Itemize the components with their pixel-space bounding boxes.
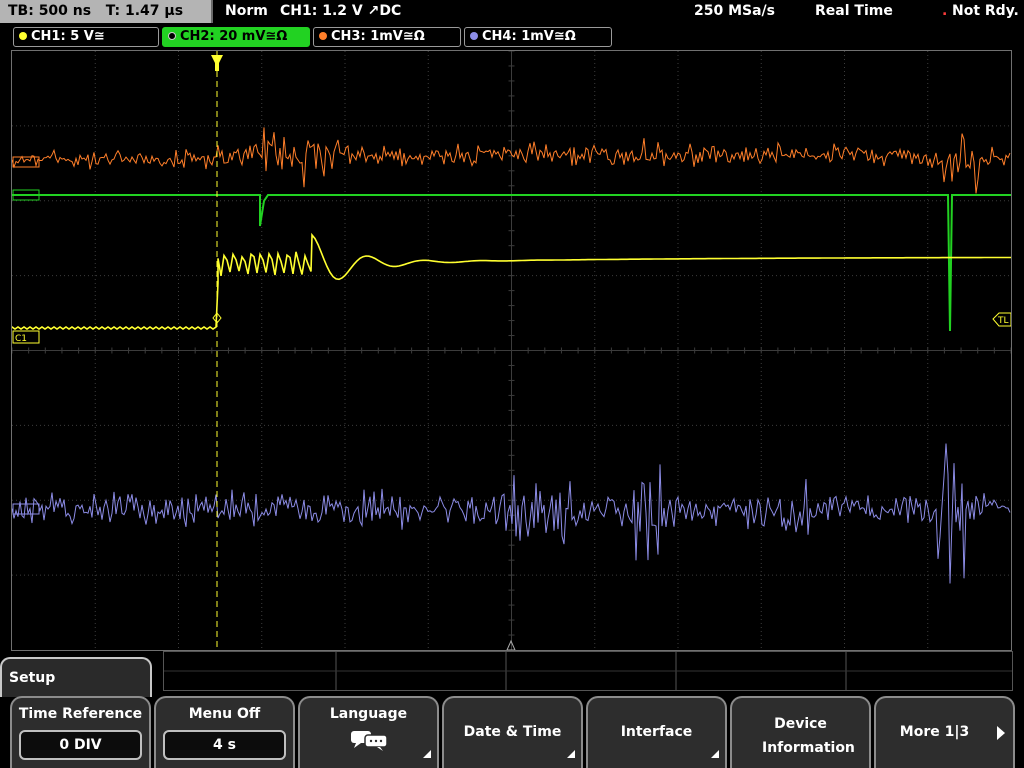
trigger-position-marker-icon	[211, 55, 223, 71]
sample-rate: 250 MSa/s	[694, 3, 776, 19]
acquisition-mode: Real Time	[815, 3, 893, 19]
acq-state-dot: .	[942, 3, 948, 19]
channel-tab-ch2[interactable]: CH2: 20 mV≅Ω	[162, 27, 310, 47]
menu-off-label: Menu Off	[188, 706, 261, 722]
trigger-source[interactable]: CH1: 1.2 V ↗DC	[280, 0, 401, 23]
menu-off-softkey[interactable]: Menu Off 4 s	[154, 696, 295, 768]
ch2-indicator-icon	[168, 32, 176, 40]
trigger-time-value: T: 1.47 µs	[105, 3, 184, 19]
ch1-offset-marker[interactable]: C1	[12, 330, 40, 344]
auxiliary-panel	[163, 651, 1013, 691]
more-softkey[interactable]: More 1|3	[874, 696, 1015, 768]
interface-label: Interface	[620, 724, 693, 740]
trigger-level-label: TL	[997, 316, 1009, 326]
ch4-label: CH4: 1mV≅Ω	[482, 29, 576, 44]
language-label: Language	[329, 706, 408, 722]
ch4-indicator-icon	[470, 32, 478, 40]
ch2-label: CH2: 20 mV≅Ω	[180, 29, 288, 44]
waveform-canvas: C1 TL	[11, 50, 1012, 651]
submenu-corner-icon	[711, 750, 719, 758]
interface-softkey[interactable]: Interface	[586, 696, 727, 768]
ch1-label: CH1: 5 V≅	[31, 29, 105, 44]
ch1-indicator-icon	[19, 32, 27, 40]
channel-tab-ch1[interactable]: CH1: 5 V≅	[13, 27, 159, 47]
time-reference-value: 0 DIV	[19, 730, 142, 760]
acquisition-state: Not Rdy.	[952, 3, 1019, 19]
ch3-indicator-icon	[319, 32, 327, 40]
device-information-softkey[interactable]: Device Information	[730, 696, 871, 768]
aux-grid	[164, 652, 1012, 690]
waveform-display[interactable]: C1 TL	[11, 50, 1012, 651]
trigger-mode[interactable]: Norm	[225, 0, 268, 23]
speech-bubbles-icon	[351, 731, 388, 751]
ch3-label: CH3: 1mV≅Ω	[331, 29, 425, 44]
timebase-display[interactable]: TB: 500 ns T: 1.47 µs	[0, 0, 213, 23]
channel-tab-ch4[interactable]: CH4: 1mV≅Ω	[464, 27, 612, 47]
next-page-arrow-icon	[997, 726, 1005, 740]
menu-title-tab: Setup	[0, 657, 152, 697]
trigger-level-marker[interactable]: TL	[992, 312, 1012, 327]
timebase-value: TB: 500 ns	[8, 3, 92, 19]
time-reference-label: Time Reference	[18, 706, 143, 722]
submenu-corner-icon	[567, 750, 575, 758]
device-information-label: Device Information	[762, 716, 855, 756]
graticule-grid	[11, 50, 1012, 651]
submenu-corner-icon	[423, 750, 431, 758]
time-reference-softkey[interactable]: Time Reference 0 DIV	[10, 696, 151, 768]
date-time-softkey[interactable]: Date & Time	[442, 696, 583, 768]
menu-off-value: 4 s	[163, 730, 286, 760]
language-softkey[interactable]: Language	[298, 696, 439, 768]
channel-tab-ch3[interactable]: CH3: 1mV≅Ω	[313, 27, 461, 47]
more-label: More 1|3	[899, 724, 970, 740]
date-time-label: Date & Time	[463, 724, 562, 740]
ch1-marker-label: C1	[15, 334, 27, 344]
